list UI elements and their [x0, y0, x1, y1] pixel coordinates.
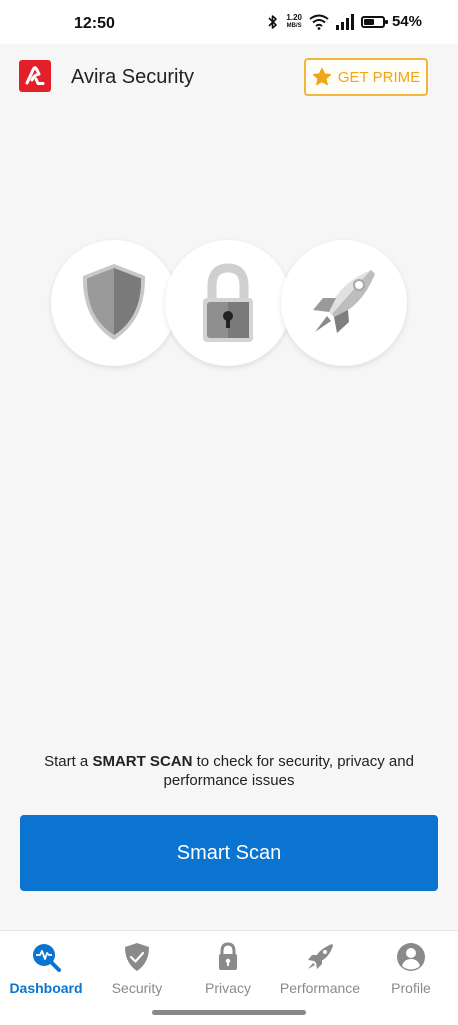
nav-item-privacy[interactable]: Privacy: [183, 941, 273, 996]
scan-text-suffix: to check for security, privacy and perfo…: [163, 753, 414, 789]
privacy-circle: [165, 240, 291, 366]
nav-label-performance: Performance: [279, 980, 361, 996]
nav-label-privacy: Privacy: [205, 980, 251, 996]
bluetooth-icon: [268, 14, 278, 29]
scan-text-prefix: Start a: [44, 753, 93, 770]
scan-text-bold: SMART SCAN: [92, 753, 193, 770]
person-icon: [397, 943, 425, 971]
padlock-icon: [203, 263, 253, 342]
wifi-icon: [309, 14, 329, 30]
smart-scan-description: Start a SMART SCAN to check for security…: [30, 752, 428, 790]
nav-label-dashboard: Dashboard: [9, 980, 83, 996]
network-speed-unit: MB/S: [286, 22, 302, 29]
home-indicator[interactable]: [152, 1010, 306, 1015]
shield-check-icon: [125, 943, 149, 971]
network-speed-value: 1.20: [286, 12, 302, 22]
battery-fill: [363, 18, 374, 25]
status-icons: 1.20 MB/S 54%: [267, 13, 422, 30]
nav-item-dashboard[interactable]: Dashboard: [1, 941, 91, 996]
battery-icon: [360, 15, 388, 28]
battery-percent: 54%: [391, 13, 422, 30]
dashboard-icon: [33, 944, 61, 972]
security-circle: [51, 240, 177, 366]
nav-label-profile: Profile: [391, 980, 431, 996]
smart-scan-button[interactable]: Smart Scan: [20, 815, 438, 891]
get-prime-label: GET PRIME: [337, 68, 421, 86]
app-header: Avira Security GET PRIME: [0, 44, 458, 110]
status-time: 12:50: [74, 15, 115, 32]
smart-scan-label: Smart Scan: [176, 841, 282, 864]
rocket-icon: [308, 944, 333, 969]
get-prime-button[interactable]: GET PRIME: [304, 58, 428, 96]
performance-circle: [281, 240, 407, 366]
avira-logo: [19, 60, 51, 92]
lock-icon: [219, 942, 237, 970]
nav-item-profile[interactable]: Profile: [366, 941, 456, 996]
rocket-icon: [313, 270, 375, 333]
star-icon: [312, 67, 331, 86]
status-bar: 12:50 1.20 MB/S 54%: [0, 0, 458, 44]
shield-icon: [82, 264, 146, 340]
signal-icon: [335, 13, 354, 30]
nav-item-performance[interactable]: Performance: [275, 941, 365, 996]
app-title: Avira Security: [71, 66, 195, 88]
nav-label-security: Security: [111, 980, 163, 996]
nav-item-security[interactable]: Security: [92, 941, 182, 996]
network-speed: 1.20 MB/S: [286, 12, 302, 30]
